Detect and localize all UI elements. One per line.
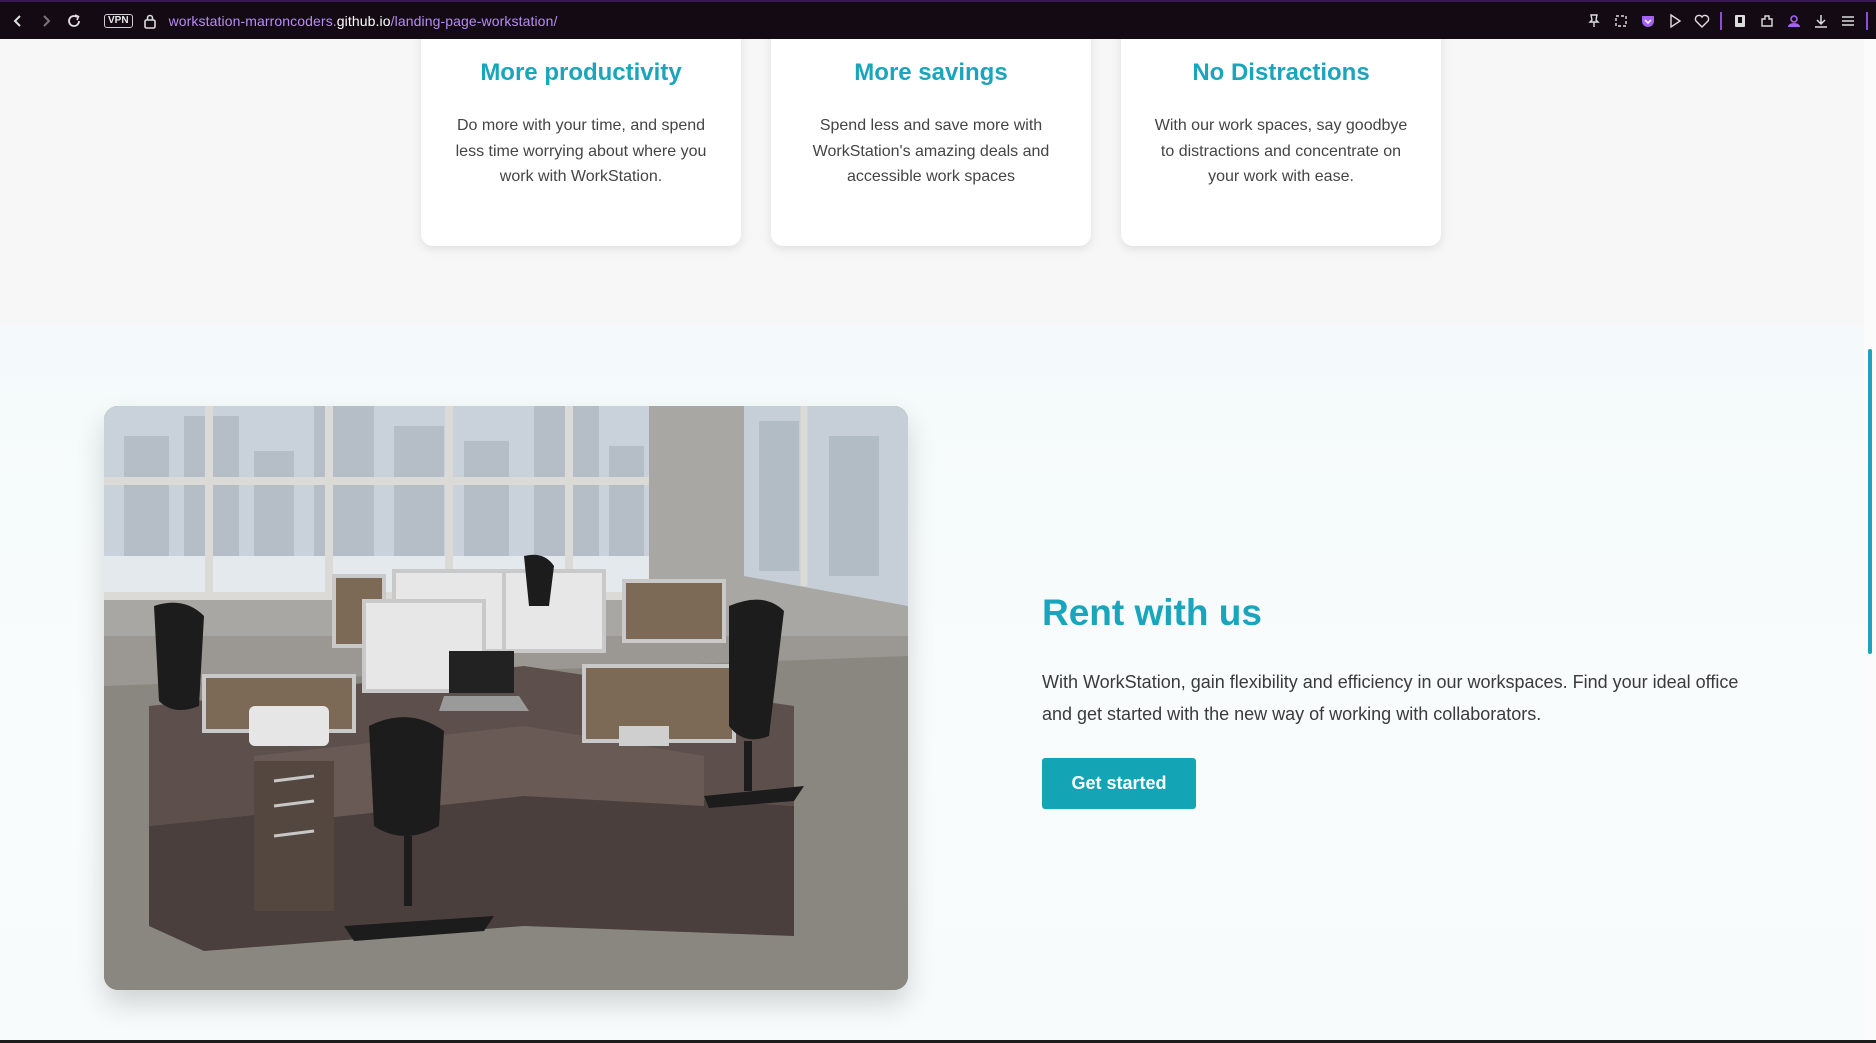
reload-icon[interactable] [64, 11, 84, 31]
heart-icon[interactable] [1693, 12, 1711, 30]
feature-text: Spend less and save more with WorkStatio… [812, 117, 1050, 185]
vpn-badge[interactable]: VPN [104, 13, 133, 28]
feature-card-no-distractions: No Distractions With our work spaces, sa… [1121, 39, 1441, 246]
scrollbar-thumb[interactable] [1868, 349, 1872, 654]
shield-icon[interactable] [1639, 12, 1657, 30]
features-section: More productivity Do more with your time… [0, 39, 1864, 326]
page-content: More productivity Do more with your time… [0, 39, 1864, 1043]
toolbar-actions [1585, 2, 1868, 39]
extension-badge-icon[interactable] [1731, 12, 1749, 30]
feature-card-savings: More savings Spend less and save more wi… [771, 39, 1091, 246]
pin-icon[interactable] [1585, 12, 1603, 30]
toolbar-separator [1720, 11, 1722, 30]
url-prefix: workstation-marroncoders. [168, 12, 337, 29]
screenshot-icon[interactable] [1612, 12, 1630, 30]
extensions-icon[interactable] [1758, 12, 1776, 30]
address-bar[interactable]: workstation-marroncoders.github.io/landi… [169, 13, 558, 29]
browser-toolbar: VPN workstation-marroncoders.github.io/l… [0, 0, 1876, 39]
feature-text: Do more with your time, and spend less t… [455, 117, 707, 185]
rent-description: With WorkStation, gain flexibility and e… [1042, 672, 1739, 724]
feature-text: With our work spaces, say goodbye to dis… [1154, 117, 1408, 185]
url-path: /landing-page-workstation/ [390, 12, 558, 29]
feature-card-productivity: More productivity Do more with your time… [421, 39, 741, 246]
forward-icon[interactable] [36, 11, 56, 31]
feature-title: More productivity [480, 59, 682, 86]
feature-title: No Distractions [1192, 59, 1370, 86]
page-scrollbar[interactable] [1864, 39, 1876, 1043]
url-host: github.io [336, 12, 391, 29]
rent-section: Rent with us With WorkStation, gain flex… [0, 326, 1864, 1043]
play-icon[interactable] [1666, 12, 1684, 30]
menu-icon[interactable] [1839, 12, 1857, 30]
profile-icon[interactable] [1785, 12, 1803, 30]
toolbar-edge-separator [1866, 11, 1868, 30]
rent-title: Rent with us [1042, 592, 1262, 633]
office-photo [104, 406, 908, 990]
back-icon[interactable] [8, 11, 28, 31]
get-started-button[interactable]: Get started [1042, 758, 1196, 809]
lock-icon[interactable] [143, 13, 157, 29]
feature-title: More savings [854, 59, 1008, 86]
download-icon[interactable] [1812, 12, 1830, 30]
